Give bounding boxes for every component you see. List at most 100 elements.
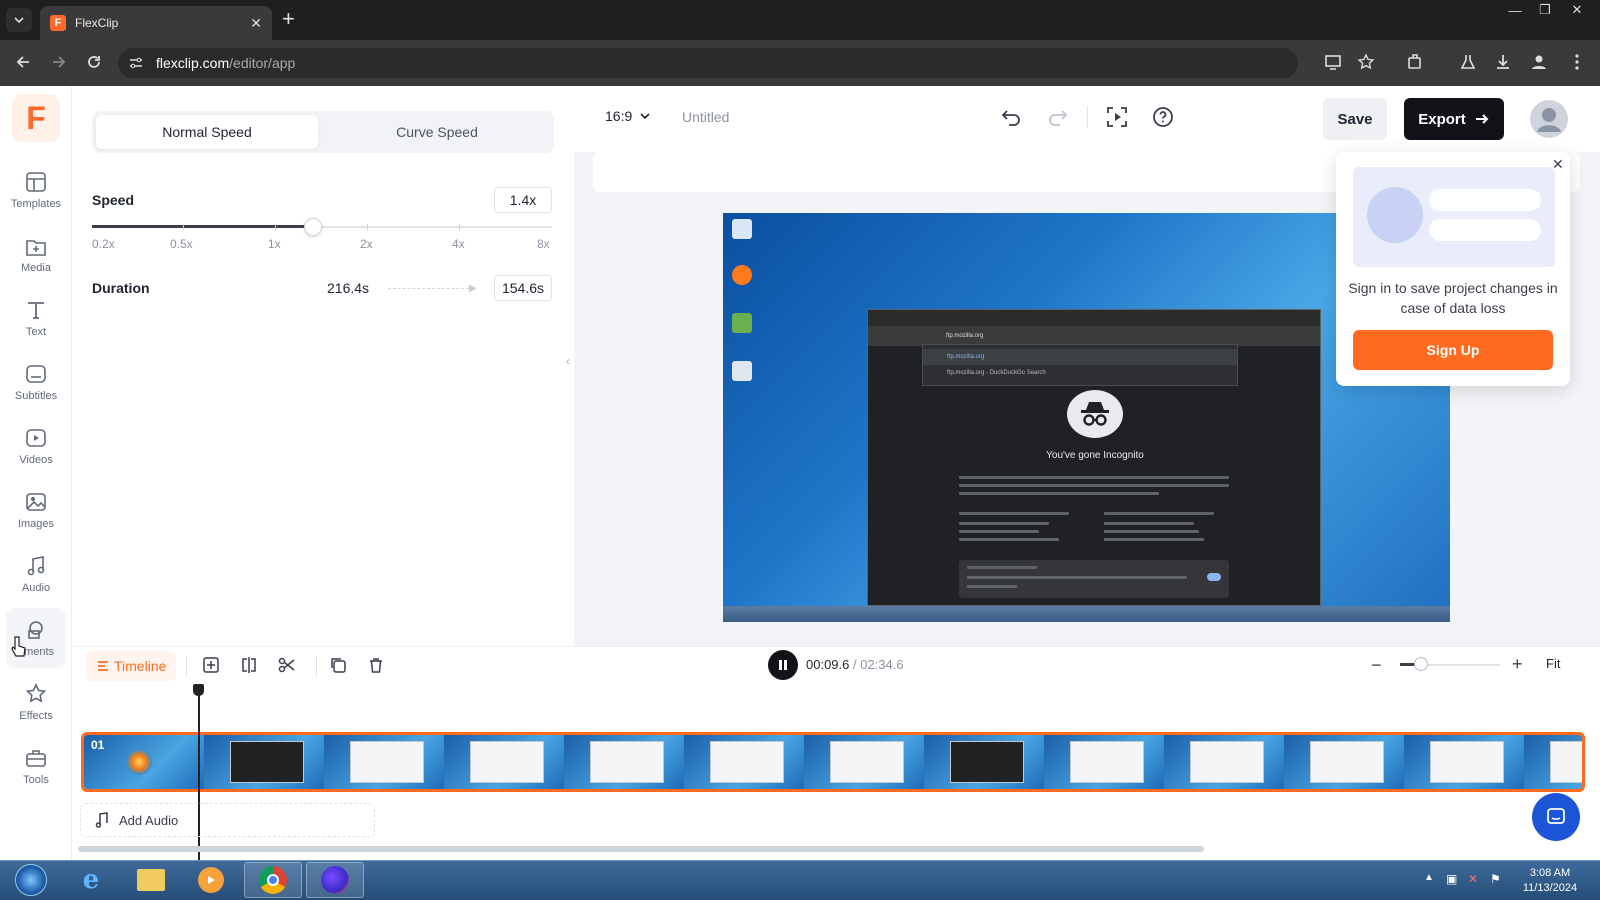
project-title[interactable]: Untitled	[682, 109, 729, 125]
network-icon[interactable]: ▣	[1446, 872, 1457, 886]
extensions-icon[interactable]	[1406, 53, 1424, 71]
export-button[interactable]: Export	[1404, 98, 1504, 140]
browser-menu-icon[interactable]	[1574, 53, 1580, 71]
duration-value-input[interactable]: 154.6s	[494, 275, 552, 301]
action-center-flag-icon[interactable]: ⚑	[1490, 872, 1501, 886]
video-track[interactable]	[81, 732, 1585, 792]
downloads-icon[interactable]	[1494, 53, 1512, 71]
taskbar-media-player[interactable]	[182, 862, 240, 898]
aspect-ratio-select[interactable]: 16:9	[605, 108, 650, 124]
sidebar-item-tools[interactable]: Tools	[0, 736, 72, 796]
minimize-icon[interactable]: —	[1500, 0, 1530, 20]
start-button[interactable]	[2, 862, 60, 898]
tab-search-button[interactable]	[6, 8, 32, 32]
address-bar[interactable]: flexclip.com/editor/app	[118, 48, 1298, 78]
taskbar-ie[interactable]: e	[62, 862, 120, 898]
bookmark-star-icon[interactable]	[1357, 53, 1375, 71]
current-time: 00:09.6	[806, 657, 850, 672]
tick-label: 0.2x	[92, 237, 115, 251]
avatar[interactable]	[1530, 100, 1568, 138]
sign-up-button[interactable]: Sign Up	[1353, 330, 1553, 370]
sidebar-item-label: Subtitles	[14, 389, 58, 402]
scissors-icon[interactable]	[278, 656, 296, 674]
arrow-right-icon: ▶	[469, 283, 477, 294]
tick-label: 4x	[452, 237, 465, 251]
zoom-in-icon[interactable]: +	[1512, 654, 1523, 675]
help-icon[interactable]	[1152, 106, 1174, 128]
volume-muted-icon[interactable]: ✕	[1468, 872, 1478, 886]
clock-time: 3:08 AM	[1529, 867, 1571, 879]
close-tab-icon[interactable]: ✕	[250, 15, 262, 32]
undo-icon[interactable]	[1000, 106, 1022, 128]
suggestion-row: ftp.mozilla.org	[923, 349, 1237, 365]
zoom-out-icon[interactable]: −	[1371, 655, 1382, 676]
subtitles-icon	[26, 364, 46, 383]
sidebar-item-videos[interactable]: Videos	[0, 416, 72, 476]
slider-tick	[459, 224, 460, 230]
add-audio-label: Add Audio	[119, 812, 179, 828]
sidebar-item-effects[interactable]: Effects	[0, 672, 72, 732]
sidebar-item-subtitles[interactable]: Subtitles	[0, 352, 72, 412]
add-audio-button[interactable]: Add Audio	[80, 803, 375, 837]
tray-expand-icon[interactable]: ▲	[1424, 872, 1434, 883]
chat-support-button[interactable]	[1532, 793, 1580, 841]
arrow-right-icon	[1475, 114, 1489, 124]
install-app-icon[interactable]	[1324, 53, 1342, 71]
text-line	[959, 484, 1229, 487]
browser-tab[interactable]: F FlexClip ✕	[40, 6, 272, 40]
system-clock[interactable]: 3:08 AM 11/13/2024	[1514, 866, 1586, 896]
media-player-icon	[198, 867, 224, 893]
preview-fullscreen-icon[interactable]	[1106, 106, 1128, 128]
flexclip-logo[interactable]: F	[12, 94, 60, 142]
new-tab-button[interactable]: +	[282, 8, 295, 30]
pause-icon	[779, 660, 787, 670]
duplicate-icon[interactable]	[329, 656, 347, 674]
duration-label: Duration	[92, 280, 150, 296]
sidebar-item-audio[interactable]: Audio	[0, 544, 72, 604]
back-icon[interactable]	[14, 53, 32, 71]
sidebar-item-images[interactable]: Images	[0, 480, 72, 540]
forward-icon[interactable]	[50, 53, 68, 71]
tick-label: 8x	[537, 237, 550, 251]
redo-icon[interactable]	[1047, 106, 1069, 128]
sidebar-item-text[interactable]: Text	[0, 288, 72, 348]
sidebar-item-label: Text	[25, 325, 47, 338]
profile-icon[interactable]	[1530, 53, 1548, 71]
taskbar-explorer[interactable]	[122, 862, 180, 898]
taskbar-chrome[interactable]	[244, 862, 302, 898]
toggle-switch	[1207, 573, 1221, 581]
pause-button[interactable]	[768, 650, 798, 680]
tab-curve-speed[interactable]: Curve Speed	[326, 115, 548, 149]
track-frame	[1164, 735, 1284, 789]
speed-value-input[interactable]: 1.4x	[494, 187, 552, 213]
site-info-icon[interactable]	[128, 55, 144, 71]
track-frame	[564, 735, 684, 789]
taskbar-firefox[interactable]	[306, 862, 364, 898]
incognito-address-text: ftp.mozilla.org	[946, 333, 984, 339]
reload-icon[interactable]	[85, 53, 103, 71]
add-clip-icon[interactable]	[202, 656, 220, 674]
text-line	[959, 522, 1049, 525]
tab-title: FlexClip	[75, 16, 119, 30]
sidebar-item-media[interactable]: Media	[0, 224, 72, 284]
track-frame	[204, 735, 324, 789]
zoom-slider-handle[interactable]	[1414, 657, 1428, 671]
restore-icon[interactable]: ❐	[1530, 0, 1560, 20]
delete-icon[interactable]	[367, 656, 385, 674]
speed-slider-handle[interactable]	[304, 218, 322, 236]
close-window-icon[interactable]: ✕	[1562, 0, 1592, 20]
images-icon	[26, 492, 46, 511]
save-button[interactable]: Save	[1323, 98, 1387, 140]
fit-button[interactable]: Fit	[1546, 656, 1560, 671]
timeline-toggle-button[interactable]: Timeline	[86, 651, 177, 681]
split-icon[interactable]	[240, 656, 258, 674]
firefox-icon	[321, 866, 349, 894]
tab-normal-speed[interactable]: Normal Speed	[96, 115, 318, 149]
chevron-down-icon	[14, 17, 24, 24]
timeline-scrollbar[interactable]	[78, 846, 1204, 852]
desktop-icon-network	[729, 313, 755, 335]
labs-flask-icon[interactable]	[1459, 53, 1477, 71]
sidebar-item-templates[interactable]: Templates	[0, 160, 72, 220]
collapse-panel-icon[interactable]: ‹	[566, 354, 570, 368]
speed-panel	[72, 86, 570, 646]
